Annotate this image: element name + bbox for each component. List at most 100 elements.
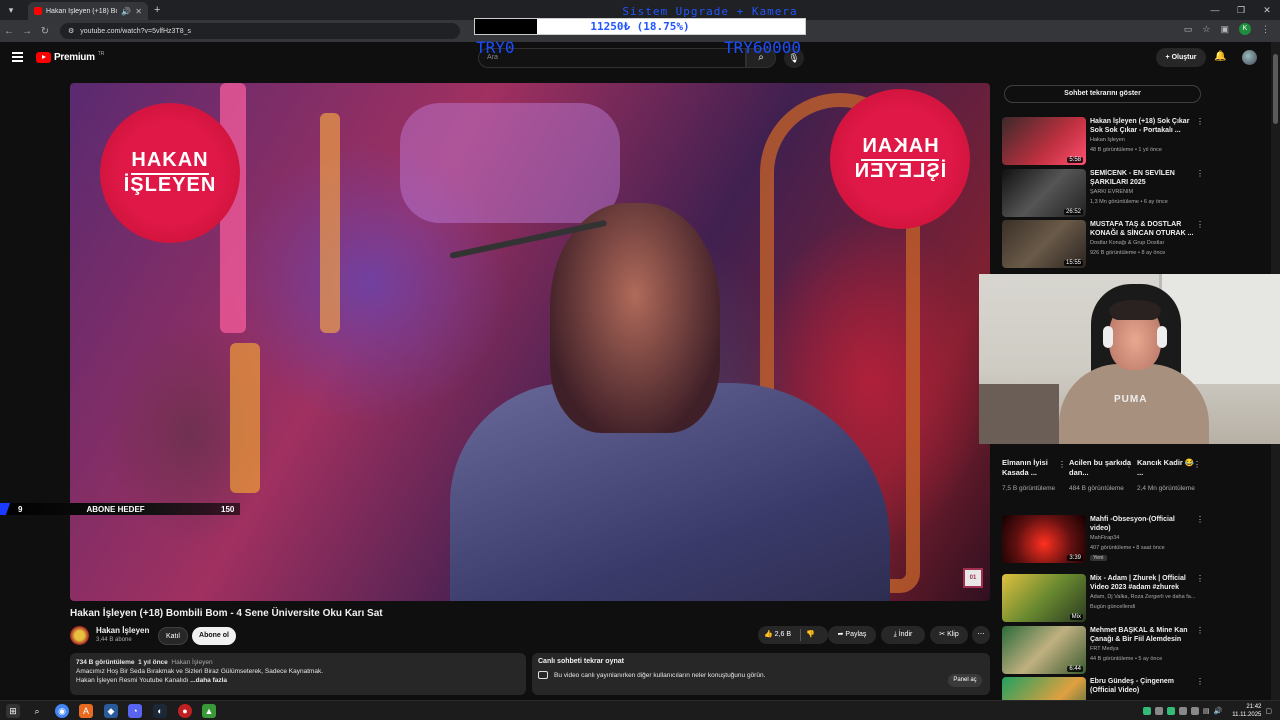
recommendation-title[interactable]: Ebru Gündeş - Çingenem (Official Video) — [1090, 677, 1194, 695]
volume-icon[interactable]: 🔊 — [1214, 707, 1223, 715]
bookmark-star-icon[interactable]: ☆ — [1202, 24, 1210, 35]
reload-icon[interactable]: ↻ — [36, 26, 54, 37]
join-button[interactable]: Katıl — [158, 627, 188, 645]
recommendation-channel[interactable]: Adam, Dj Valka, Roza Zergerli ve daha fa… — [1090, 594, 1200, 600]
menu-dots-icon[interactable]: ⋮ — [1261, 24, 1270, 35]
recommendation-item[interactable]: 26:52 SEMİCENK - EN SEVİLEN ŞARKILARI 20… — [1002, 169, 1204, 219]
recommendation-title[interactable]: Mahfi -Obsesyon-(Official video) — [1090, 515, 1194, 533]
create-button[interactable]: + Oluştur — [1156, 48, 1206, 67]
tray-app-icon[interactable] — [1190, 707, 1199, 715]
recommendation-title[interactable]: SEMİCENK - EN SEVİLEN ŞARKILARI 2025 — [1090, 169, 1194, 187]
recommendation-channel[interactable]: ŞARKI EVRENİM — [1090, 189, 1200, 195]
tray-app-icon[interactable] — [1178, 707, 1187, 715]
recommendation-item[interactable]: 3:39 Mahfi -Obsesyon-(Official video) Ma… — [1002, 515, 1204, 565]
system-clock[interactable]: 21:42 11.11.2025 — [1232, 703, 1261, 719]
more-options-icon[interactable]: ⋮ — [1193, 460, 1201, 469]
tray-app-icon[interactable] — [1166, 707, 1175, 715]
recommendation-title[interactable]: Hakan İşleyen (+18) Sok Çıkar Sok Sok Çı… — [1090, 117, 1194, 135]
show-more-link[interactable]: ...daha fazla — [190, 677, 227, 684]
app-icon[interactable]: ● — [178, 704, 192, 718]
thumbs-down-icon[interactable]: 👎 — [806, 626, 815, 644]
recommendation-thumbnail[interactable]: Mix — [1002, 574, 1086, 622]
address-bar[interactable]: ⚙ youtube.com/watch?v=5vlfHz3T8_s — [60, 23, 460, 39]
minimize-button[interactable]: — — [1202, 0, 1228, 20]
recommendation-item[interactable]: 5:58 Hakan İşleyen (+18) Sok Çıkar Sok S… — [1002, 117, 1204, 167]
recommendation-thumbnail[interactable]: 26:52 — [1002, 169, 1086, 217]
recommendation-channel[interactable]: FRT Medya — [1090, 646, 1200, 652]
short-title[interactable]: Acilen bu şarkıda dan... — [1069, 458, 1133, 480]
recommendation-thumbnail[interactable]: 6:44 — [1002, 626, 1086, 674]
recommendation-title[interactable]: Mix - Adam | Zhurek | Official Video 202… — [1090, 574, 1194, 592]
short-item[interactable]: Acilen bu şarkıda dan... 484 B görüntüle… — [1069, 458, 1133, 494]
more-options-icon[interactable]: ⋮ — [1196, 220, 1204, 229]
channel-avatar[interactable] — [70, 626, 89, 645]
recommendation-item[interactable]: Mix Mix - Adam | Zhurek | Official Video… — [1002, 574, 1204, 624]
notifications-bell-icon[interactable]: 🔔 — [1214, 51, 1226, 62]
network-icon[interactable]: ▤ — [1203, 707, 1210, 715]
recommendation-channel[interactable]: MahFirap34 — [1090, 535, 1200, 541]
more-options-icon[interactable]: ⋮ — [1196, 574, 1204, 583]
recommendation-thumbnail[interactable] — [1002, 677, 1086, 700]
recommendation-channel[interactable]: Dostlar Konağı & Grup Dostlar — [1090, 240, 1200, 246]
short-item[interactable]: Kancık Kadir 😂 ... 2,4 Mn görüntüleme ⋮ — [1137, 458, 1201, 494]
recommendation-title[interactable]: Mehmet BAŞKAL & Mine Kan Çanağı & Bir Fi… — [1090, 626, 1194, 644]
new-tab-button[interactable]: + — [154, 4, 160, 16]
more-options-icon[interactable]: ⋮ — [1196, 117, 1204, 126]
tab-search-icon[interactable]: ▾ — [4, 3, 18, 17]
browser-tab[interactable]: Hakan İşleyen (+18) Bombili Bom 🔊 ✕ — [28, 2, 148, 20]
show-chat-replay-button[interactable]: Sohbet tekrarını göster — [1004, 85, 1201, 103]
short-item[interactable]: Elmanın İyisi Kasada ... 7,5 B görüntüle… — [1002, 458, 1066, 494]
download-button[interactable]: ⤓ İndir — [881, 626, 925, 644]
more-actions-button[interactable]: ⋯ — [972, 626, 990, 644]
open-panel-button[interactable]: Panel aç — [948, 674, 982, 687]
chrome-icon[interactable]: ◉ — [55, 704, 69, 718]
recommendation-title[interactable]: MUSTAFA TAŞ & DOSTLAR KONAĞI & SİNCAN OT… — [1090, 220, 1194, 238]
more-options-icon[interactable]: ⋮ — [1196, 169, 1204, 178]
steam-icon[interactable]: ◐ — [153, 704, 167, 718]
more-options-icon[interactable]: ⋮ — [1196, 677, 1202, 686]
recommendation-item[interactable]: 6:44 Mehmet BAŞKAL & Mine Kan Çanağı & B… — [1002, 626, 1204, 676]
tray-app-icon[interactable] — [1142, 707, 1151, 715]
profile-avatar[interactable]: K — [1239, 23, 1251, 35]
recommendation-channel[interactable]: Hakan İşleyen — [1090, 137, 1200, 143]
cast-icon[interactable]: ▭ — [1184, 24, 1193, 35]
recommendation-item[interactable]: 15:55 MUSTAFA TAŞ & DOSTLAR KONAĞI & SİN… — [1002, 220, 1204, 270]
youtube-logo[interactable]: Premium TR — [36, 51, 104, 63]
search-icon[interactable]: ⌕ — [30, 704, 44, 718]
recommendation-thumbnail[interactable]: 3:39 — [1002, 515, 1086, 563]
subscribe-button[interactable]: Abone ol — [192, 627, 236, 645]
close-tab-icon[interactable]: ✕ — [135, 7, 142, 16]
more-options-icon[interactable]: ⋮ — [1196, 626, 1204, 635]
short-title[interactable]: Kancık Kadir 😂 ... — [1137, 458, 1201, 480]
tray-app-icon[interactable] — [1154, 707, 1163, 715]
short-title[interactable]: Elmanın İyisi Kasada ... — [1002, 458, 1066, 480]
notifications-icon[interactable]: ▢ — [1265, 707, 1272, 715]
video-player[interactable]: HAKAN İŞLEYEN HAKAN İŞLEYEN 01 — [70, 83, 990, 601]
channel-name[interactable]: Hakan İşleyen — [96, 626, 149, 635]
more-options-icon[interactable]: ⋮ — [1196, 515, 1204, 524]
description-box[interactable]: 734 B görüntüleme 1 yıl önce Hakan İşley… — [70, 653, 526, 695]
search-input[interactable]: Ara — [478, 48, 746, 68]
scrollbar-thumb[interactable] — [1273, 54, 1278, 124]
more-options-icon[interactable]: ⋮ — [1125, 460, 1133, 469]
close-window-button[interactable]: ✕ — [1254, 0, 1280, 20]
app-icon[interactable]: ◆ — [104, 704, 118, 718]
discord-icon[interactable]: ◔ — [128, 704, 142, 718]
recommendation-item[interactable]: Ebru Gündeş - Çingenem (Official Video) … — [1002, 677, 1202, 700]
site-info-icon[interactable]: ⚙ — [68, 27, 74, 35]
start-menu-icon[interactable]: ⊞ — [6, 704, 20, 718]
share-button[interactable]: ➦ Paylaş — [828, 626, 876, 644]
channel-watermark-icon[interactable]: 01 — [963, 568, 983, 588]
back-arrow-icon[interactable]: ← — [0, 26, 18, 37]
app-icon[interactable]: ▲ — [202, 704, 216, 718]
account-avatar[interactable] — [1242, 50, 1257, 65]
description-channel-tag[interactable]: Hakan İşleyen — [171, 659, 212, 666]
recommendation-thumbnail[interactable]: 15:55 — [1002, 220, 1086, 268]
extensions-icon[interactable]: ▣ — [1220, 24, 1229, 35]
recommendation-thumbnail[interactable]: 5:58 — [1002, 117, 1086, 165]
clip-button[interactable]: ✂ Klip — [930, 626, 968, 644]
app-icon[interactable]: A — [79, 704, 93, 718]
like-button[interactable]: 👍 2,6 B 👎 — [758, 626, 828, 644]
speaker-icon[interactable]: 🔊 — [121, 7, 131, 16]
maximize-button[interactable]: ❐ — [1228, 0, 1254, 20]
